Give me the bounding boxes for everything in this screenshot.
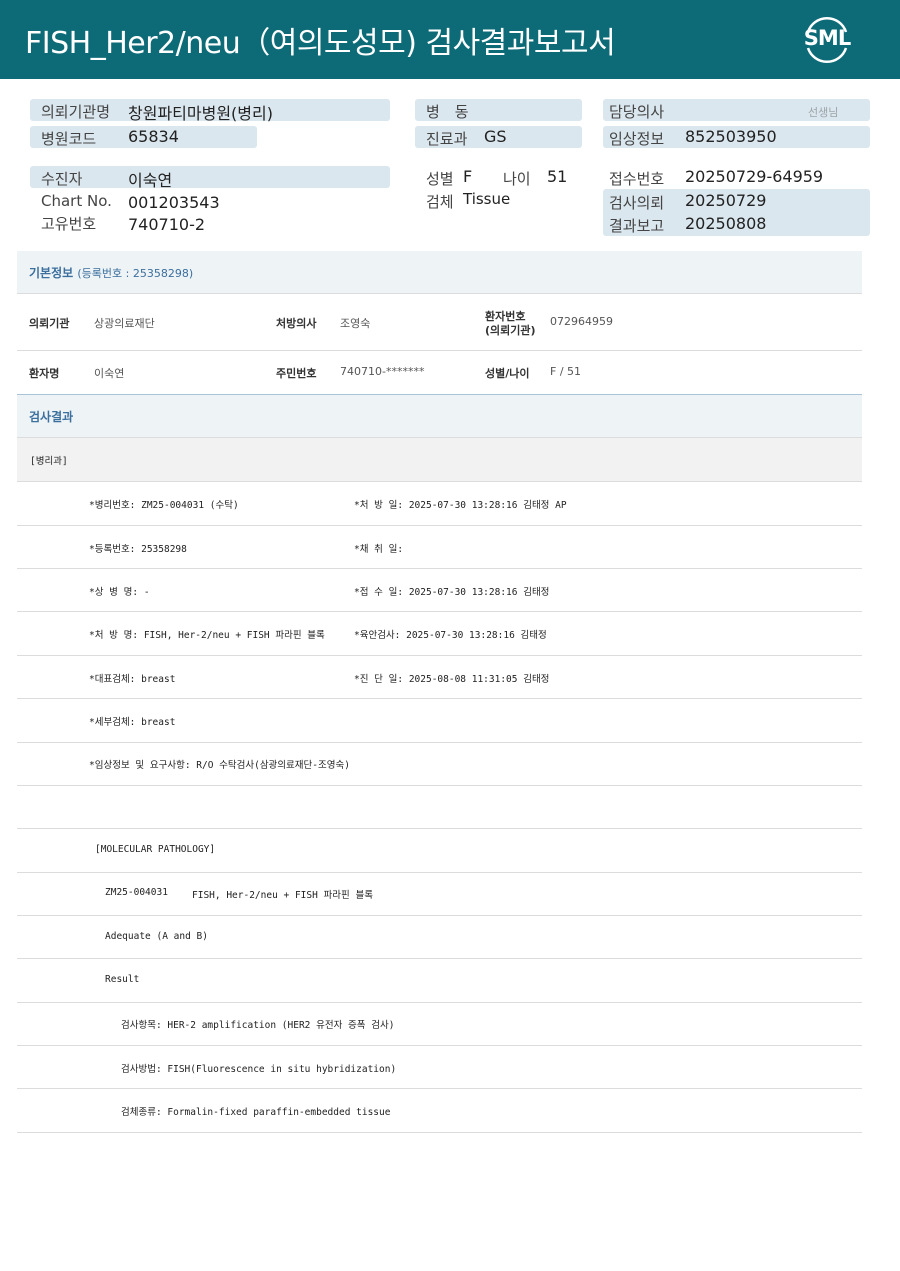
result-row-left: *등록번호: 25358298	[89, 544, 187, 555]
divider	[17, 293, 862, 294]
doctor-label: 담당의사	[609, 103, 665, 121]
divider	[17, 828, 862, 829]
divider	[17, 915, 862, 916]
hospital-code-label: 병원코드	[41, 130, 97, 148]
basic-info-title-text: 기본정보	[29, 266, 74, 280]
result-row-left: *임상정보 및 요구사항: R/O 수탁검사(삼광의료재단-조영숙)	[89, 760, 350, 771]
results-header: 검사결과	[17, 395, 862, 437]
divider	[17, 525, 862, 526]
dept-band	[17, 438, 862, 481]
patient-no-sublabel: (의뢰기관)	[485, 324, 536, 337]
result-row-left: *대표검체: breast	[89, 674, 176, 685]
divider	[17, 611, 862, 612]
specimen-type: 검체종류: Formalin-fixed paraffin-embedded t…	[121, 1107, 391, 1118]
resident-no-label: 주민번호	[276, 367, 317, 380]
dept-label: [병리과]	[30, 456, 68, 467]
patient-label: 수진자	[41, 170, 83, 188]
result-report-label: 결과보고	[609, 217, 665, 235]
doctor-suffix: 선생님	[808, 106, 839, 119]
clinical-info-label: 임상정보	[609, 130, 665, 148]
molecular-header: [MOLECULAR PATHOLOGY]	[95, 844, 216, 855]
unique-no-value: 740710-2	[128, 215, 206, 234]
result-row-right: *진 단 일: 2025-08-08 11:31:05 김태정	[354, 674, 550, 685]
divider	[17, 568, 862, 569]
result-report-value: 20250808	[685, 214, 767, 233]
result-row-right: *접 수 일: 2025-07-30 13:28:16 김태정	[354, 587, 550, 598]
org-value: 상광의료재단	[94, 317, 155, 330]
specimen-label: 검체	[426, 193, 454, 211]
age-value: 51	[547, 167, 568, 186]
hospital-code-value: 65834	[128, 127, 179, 146]
chart-label: Chart No.	[41, 192, 112, 210]
divider	[17, 350, 862, 351]
report-header: FISH_Her2/neu（여의도성모) 검사결과보고서 SML	[0, 0, 900, 79]
basic-info-title: 기본정보 (등록번호 : 25358298)	[29, 264, 193, 281]
result-label: Result	[105, 974, 140, 985]
result-row-right: *육안검사: 2025-07-30 13:28:16 김태정	[354, 630, 547, 641]
department-value: GS	[484, 127, 507, 146]
sex-age-value: F / 51	[550, 365, 582, 378]
divider	[17, 872, 862, 873]
unique-no-label: 고유번호	[41, 215, 97, 233]
divider	[17, 698, 862, 699]
result-row-left: *병리번호: ZM25-004031 (수탁)	[89, 500, 239, 511]
test-request-value: 20250729	[685, 191, 767, 210]
divider	[17, 655, 862, 656]
receipt-label: 접수번호	[609, 170, 665, 188]
basic-info-reg-no: (등록번호 : 25358298)	[77, 267, 194, 280]
result-row-left: *세부검체: breast	[89, 717, 176, 728]
resident-no-value: 740710-*******	[340, 365, 425, 378]
divider	[17, 1132, 862, 1133]
divider	[17, 1088, 862, 1089]
result-row-right: *채 취 일:	[354, 544, 404, 555]
divider	[17, 785, 862, 786]
patient-name-value: 이숙연	[94, 367, 125, 380]
sml-logo: SML	[800, 12, 854, 66]
requesting-org-label: 의뢰기관명	[41, 103, 111, 121]
sex-value: F	[463, 167, 473, 186]
test-request-label: 검사의뢰	[609, 194, 665, 212]
patient-no-value: 072964959	[550, 315, 613, 328]
results-title: 검사결과	[29, 410, 74, 424]
specimen-value: Tissue	[463, 190, 511, 208]
test-method: 검사방법: FISH(Fluorescence in situ hybridiz…	[121, 1064, 397, 1075]
requesting-org-value: 창원파티마병원(병리)	[128, 104, 273, 123]
divider	[17, 481, 862, 482]
result-row-left: *상 병 명: -	[89, 587, 150, 598]
chart-value: 001203543	[128, 193, 220, 212]
org-label: 의뢰기관	[29, 317, 70, 330]
logo-text: SML	[803, 26, 851, 50]
test-item: 검사항목: HER-2 amplification (HER2 유전자 증폭 검…	[121, 1020, 395, 1031]
receipt-value: 20250729-64959	[685, 167, 824, 186]
case-test-name: FISH, Her-2/neu + FISH 파라핀 블록	[192, 890, 373, 901]
adequacy: Adequate (A and B)	[105, 931, 208, 942]
patient-name-label: 환자명	[29, 367, 60, 380]
prescriber-label: 처방의사	[276, 317, 317, 330]
result-row-right: *처 방 일: 2025-07-30 13:28:16 김태정 AP	[354, 500, 567, 511]
sex-label: 성별	[426, 170, 454, 188]
clinical-info-value: 852503950	[685, 127, 777, 146]
ward-label: 병 동	[426, 103, 469, 121]
patient-pill	[30, 166, 390, 188]
department-label: 진료과	[426, 130, 468, 148]
report-title: FISH_Her2/neu（여의도성모) 검사결과보고서	[25, 26, 616, 61]
divider	[17, 1045, 862, 1046]
result-row-left: *처 방 명: FISH, Her-2/neu + FISH 파라핀 블록	[89, 630, 325, 641]
case-number: ZM25-004031	[105, 887, 168, 898]
divider	[17, 742, 862, 743]
age-label: 나이	[503, 170, 531, 188]
divider	[17, 958, 862, 959]
prescriber-value: 조영숙	[340, 317, 371, 330]
sex-age-label: 성별/나이	[485, 367, 530, 380]
divider	[17, 1002, 862, 1003]
basic-info-header: 기본정보 (등록번호 : 25358298)	[17, 251, 862, 293]
patient-value: 이숙연	[128, 171, 173, 190]
